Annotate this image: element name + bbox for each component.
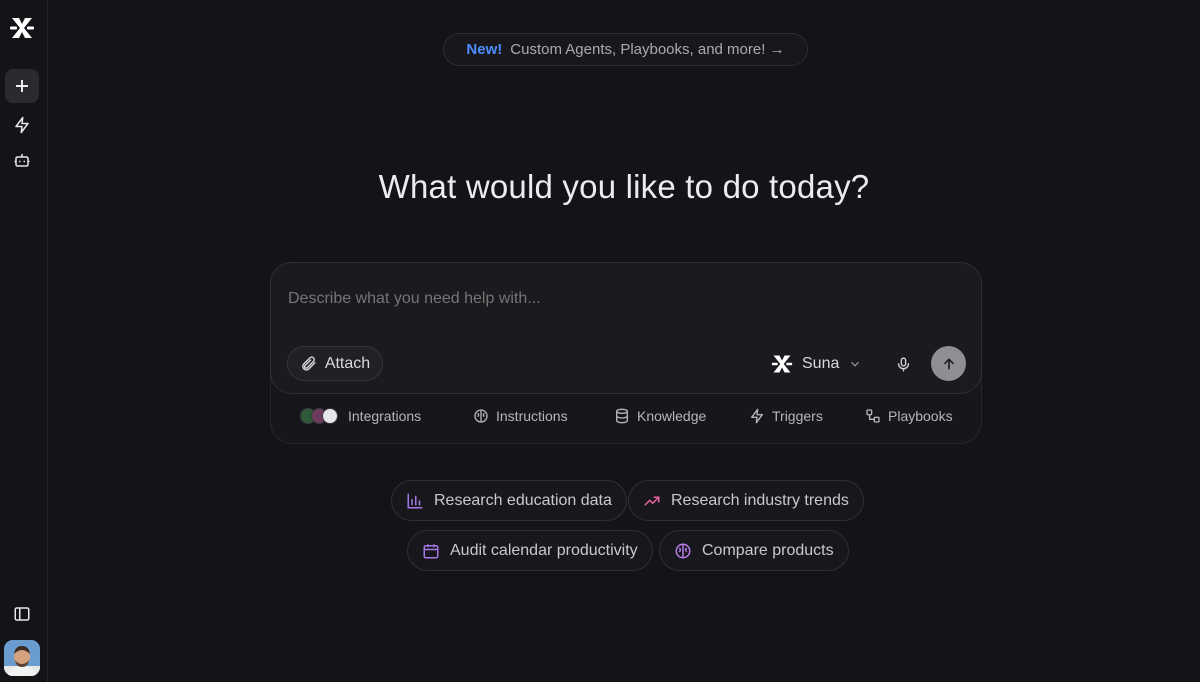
arrow-up-icon [943,357,954,369]
instructions-label: Instructions [496,408,568,424]
integrations-button[interactable]: Integrations [300,408,421,424]
microphone-button[interactable] [891,352,915,376]
suggestion-chip[interactable]: Research industry trends [628,480,864,521]
suggestion-chip[interactable]: Audit calendar productivity [407,530,653,571]
composer-toolbar: Integrations Instructions Knowledge Trig… [270,402,982,436]
sidebar-toggle-icon[interactable] [5,597,39,631]
app-root: New! Custom Agents, Playbooks, and more!… [0,0,1200,682]
suna-logo-icon [771,355,793,373]
announcement-banner[interactable]: New! Custom Agents, Playbooks, and more!… [443,33,808,66]
send-button[interactable] [931,346,966,381]
triggers-label: Triggers [772,408,823,424]
suggestion-label: Research education data [434,491,612,509]
knowledge-button[interactable]: Knowledge [614,408,706,424]
knowledge-label: Knowledge [637,408,707,424]
sidebar [0,0,48,682]
avatar[interactable] [4,640,40,676]
suggestion-label: Compare products [702,541,834,559]
brain-icon [675,543,691,558]
playbooks-label: Playbooks [888,408,953,424]
agent-name: Suna [802,355,840,372]
playbooks-button[interactable]: Playbooks [865,408,953,424]
trend-up-icon [644,496,660,505]
prompt-input[interactable] [288,290,948,308]
attach-label: Attach [324,354,371,372]
suggestion-chip[interactable]: Compare products [659,530,849,571]
suggestion-label: Research industry trends [671,491,849,509]
instructions-button[interactable]: Instructions [473,408,568,424]
bolt-icon[interactable] [5,108,39,142]
logo-icon[interactable] [5,11,39,45]
agent-selector[interactable]: Suna [771,351,862,377]
suggestion-label: Audit calendar productivity [450,541,638,559]
triggers-button[interactable]: Triggers [749,408,823,424]
page-title: What would you like to do today? [378,168,870,205]
database-icon [616,408,628,424]
bot-icon[interactable] [5,143,39,177]
microphone-icon [897,356,909,372]
suggestion-chip[interactable]: Research education data [391,480,627,521]
integrations-label: Integrations [348,408,422,424]
announcement-text: Custom Agents, Playbooks, and more! → [510,41,785,58]
calendar-icon [423,543,439,558]
composer: Attach Suna [270,262,982,394]
paperclip-icon [301,356,316,371]
new-chat-button[interactable] [5,69,39,103]
attach-button[interactable]: Attach [287,346,383,381]
chevron-down-icon [851,361,860,367]
integration-logos-icon [300,408,338,424]
new-badge: New! [466,41,503,58]
bolt-icon [751,408,763,424]
workflow-icon [866,409,880,423]
brain-icon [474,409,488,423]
bar-chart-icon [407,493,423,508]
